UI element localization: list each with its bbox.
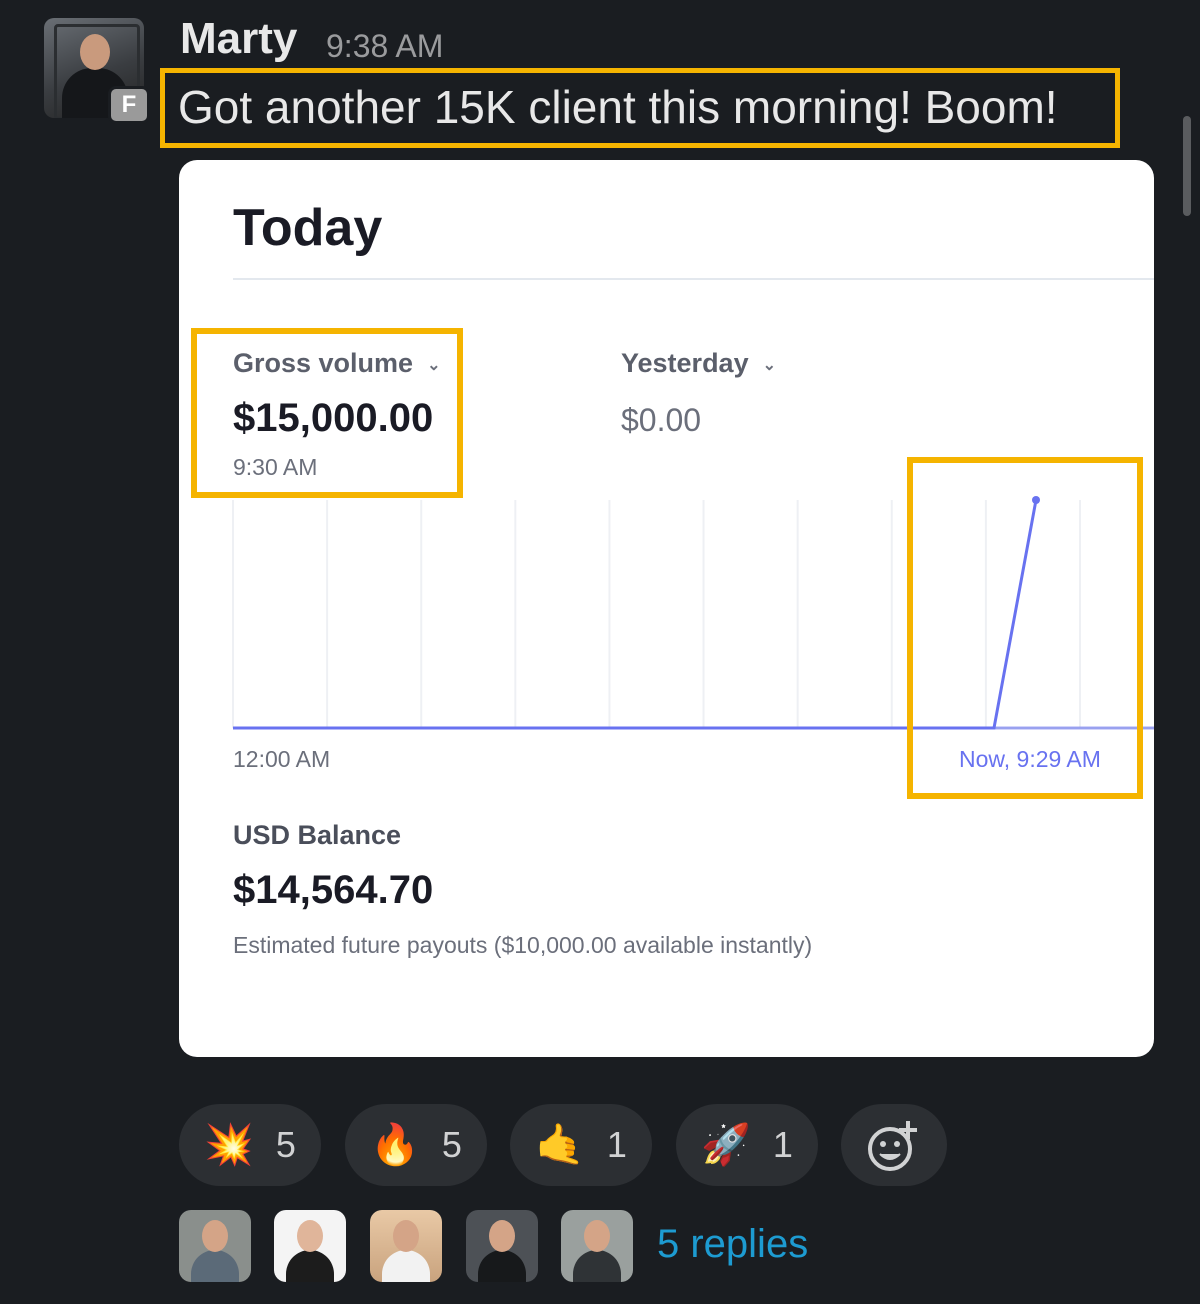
x-axis-start-label: 12:00 AM [233,746,331,772]
message-timestamp[interactable]: 9:38 AM [326,28,443,65]
avatar-body [286,1250,334,1282]
message-text: Got another 15K client this morning! Boo… [178,81,1058,133]
author-name[interactable]: Marty [180,14,297,64]
avatar-head [584,1220,610,1252]
reaction-fire[interactable]: 🔥 5 [345,1104,487,1186]
fire-icon: 🔥 [370,1123,420,1167]
reply-avatar[interactable] [274,1210,346,1282]
avatar-head [297,1220,323,1252]
chart-spike-highlight-box [907,457,1143,799]
reply-avatar[interactable] [370,1210,442,1282]
avatar-body [573,1250,621,1282]
avatar-head [202,1220,228,1252]
rocket-icon: 🚀 [701,1123,751,1167]
add-reaction-icon [868,1121,917,1171]
avatar-head [489,1220,515,1252]
reaction-count: 1 [772,1124,793,1165]
reply-avatar[interactable] [466,1210,538,1282]
add-reaction-button[interactable] [841,1104,947,1186]
avatar-body [478,1250,526,1282]
reaction-rocket[interactable]: 🚀 1 [676,1104,818,1186]
balance-note: Estimated future payouts ($10,000.00 ava… [233,932,813,958]
reaction-collision[interactable]: 💥 5 [179,1104,321,1186]
reaction-call-me-hand[interactable]: 🤙 1 [510,1104,652,1186]
collision-icon: 💥 [204,1123,254,1167]
balance-label: USD Balance [233,820,402,850]
call-me-hand-icon: 🤙 [535,1123,585,1167]
replies-link[interactable]: 5 replies [657,1222,808,1267]
reply-avatar[interactable] [561,1210,633,1282]
avatar-body [191,1250,239,1282]
attached-image-card[interactable]: Today Gross volume ⌄ $15,000.00 9:30 AM Y… [179,160,1154,1057]
avatar-head [80,34,110,70]
reply-avatar[interactable] [179,1210,251,1282]
balance-value: $14,564.70 [233,868,434,912]
reaction-count: 5 [441,1124,462,1165]
status-badge: F [108,86,150,124]
reaction-count: 5 [275,1124,296,1165]
reaction-count: 1 [606,1124,627,1165]
scrollbar[interactable] [1183,116,1191,216]
avatar-head [393,1220,419,1252]
avatar-body [382,1250,430,1282]
gross-highlight-box [191,328,463,498]
